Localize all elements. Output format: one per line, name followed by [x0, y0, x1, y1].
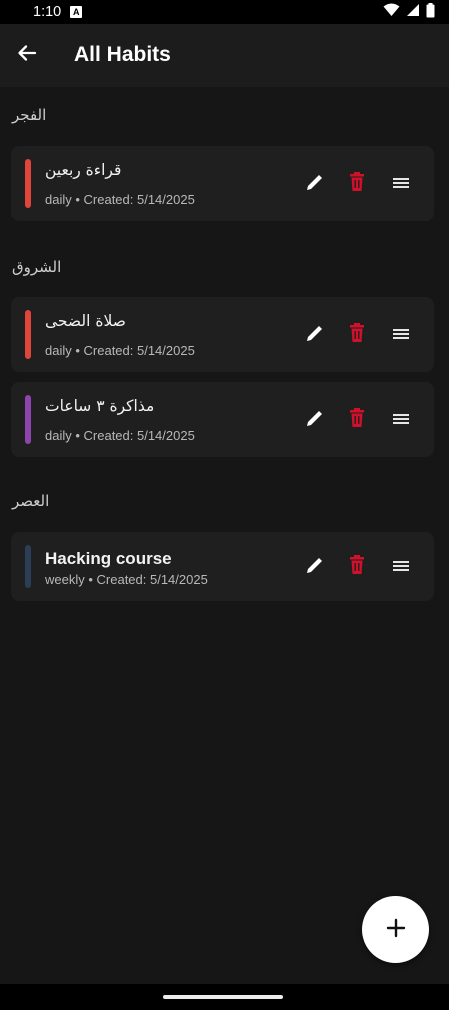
- habit-color-bar: [25, 159, 31, 208]
- trash-icon: [348, 555, 366, 579]
- habit-color-bar: [25, 395, 31, 444]
- drag-handle-icon: [392, 326, 410, 345]
- status-bar: 1:10 A: [0, 0, 449, 24]
- pencil-icon: [305, 408, 325, 432]
- habit-color-bar: [25, 310, 31, 359]
- pencil-icon: [305, 555, 325, 579]
- wifi-icon: [383, 3, 400, 21]
- habit-meta: daily • Created: 5/14/2025: [45, 343, 195, 358]
- delete-button[interactable]: [343, 553, 371, 581]
- habit-card[interactable]: صلاة الضحى daily • Created: 5/14/2025: [11, 297, 434, 372]
- drag-handle-icon: [392, 558, 410, 577]
- back-button[interactable]: [11, 39, 43, 71]
- pencil-icon: [305, 323, 325, 347]
- screen: 1:10 A All Habits الفجر قراءة ربعين dail…: [0, 0, 449, 1010]
- battery-icon: [426, 2, 435, 22]
- habit-meta: daily • Created: 5/14/2025: [45, 192, 195, 207]
- edit-button[interactable]: [301, 321, 329, 349]
- status-time: 1:10: [33, 4, 62, 20]
- habit-name: Hacking course: [45, 549, 172, 568]
- trash-icon: [348, 172, 366, 196]
- habit-name: مذاكرة ٣ ساعات: [45, 397, 155, 415]
- trash-icon: [348, 323, 366, 347]
- pencil-icon: [305, 172, 325, 196]
- section-header: الشروق: [12, 258, 62, 276]
- edit-button[interactable]: [301, 170, 329, 198]
- app-bar: All Habits: [0, 24, 449, 87]
- delete-button[interactable]: [343, 406, 371, 434]
- habit-card[interactable]: قراءة ربعين daily • Created: 5/14/2025: [11, 146, 434, 221]
- page-title: All Habits: [74, 43, 171, 66]
- section-header: الفجر: [12, 106, 47, 124]
- drag-handle-icon: [392, 175, 410, 194]
- habit-name: صلاة الضحى: [45, 312, 126, 330]
- edit-button[interactable]: [301, 553, 329, 581]
- habit-name: قراءة ربعين: [45, 161, 122, 179]
- habit-color-bar: [25, 545, 31, 588]
- home-gesture-handle[interactable]: [163, 995, 283, 999]
- drag-handle-icon: [392, 411, 410, 430]
- habit-card[interactable]: مذاكرة ٣ ساعات daily • Created: 5/14/202…: [11, 382, 434, 457]
- arrow-back-icon: [16, 42, 38, 68]
- navigation-bar: [0, 984, 449, 1010]
- drag-handle[interactable]: [387, 406, 415, 434]
- habit-card[interactable]: Hacking course weekly • Created: 5/14/20…: [11, 532, 434, 601]
- plus-icon: [386, 918, 406, 942]
- delete-button[interactable]: [343, 321, 371, 349]
- notification-badge: A: [70, 6, 83, 18]
- drag-handle[interactable]: [387, 553, 415, 581]
- edit-button[interactable]: [301, 406, 329, 434]
- section-header: العصر: [12, 492, 50, 510]
- trash-icon: [348, 408, 366, 432]
- signal-icon: [406, 3, 420, 21]
- habit-meta: weekly • Created: 5/14/2025: [45, 572, 208, 587]
- add-habit-button[interactable]: [362, 896, 429, 963]
- drag-handle[interactable]: [387, 170, 415, 198]
- drag-handle[interactable]: [387, 321, 415, 349]
- delete-button[interactable]: [343, 170, 371, 198]
- status-icons: [383, 2, 435, 22]
- habit-meta: daily • Created: 5/14/2025: [45, 428, 195, 443]
